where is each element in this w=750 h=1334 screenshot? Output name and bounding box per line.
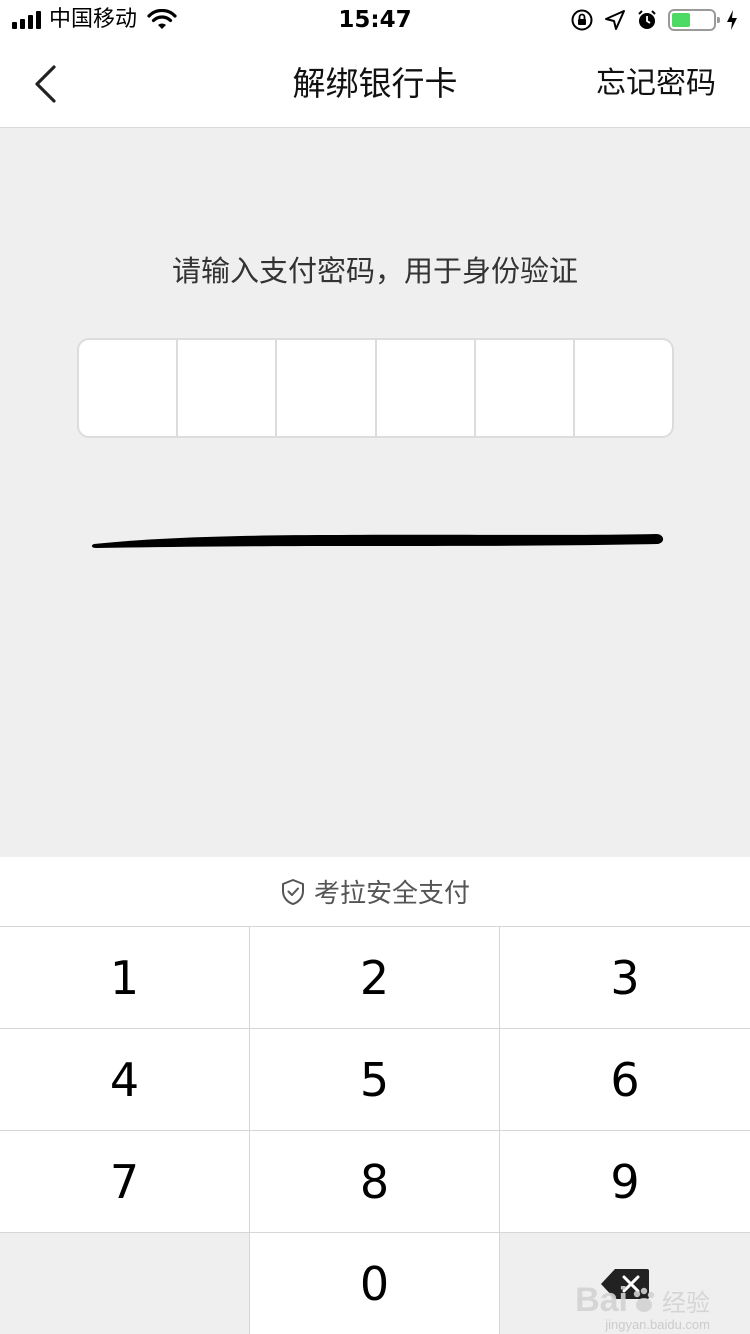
key-8[interactable]: 8	[250, 1131, 500, 1233]
key-5[interactable]: 5	[250, 1029, 500, 1131]
pin-digit-cell	[476, 340, 575, 436]
keypad-header: 考拉安全支付	[0, 857, 750, 927]
watermark: Bai 经验	[575, 1281, 710, 1320]
paw-icon	[633, 1287, 655, 1312]
key-4[interactable]: 4	[0, 1029, 250, 1131]
rotation-lock-icon	[571, 9, 593, 31]
alarm-icon	[638, 10, 656, 29]
secure-payment-label: 考拉安全支付	[313, 879, 470, 909]
status-right	[570, 6, 738, 34]
key-0[interactable]: 0	[250, 1233, 500, 1334]
watermark-text: 经验	[662, 1289, 710, 1317]
key-3[interactable]: 3	[500, 927, 750, 1029]
key-7[interactable]: 7	[0, 1131, 250, 1233]
key-9[interactable]: 9	[500, 1131, 750, 1233]
numeric-keypad: 考拉安全支付 1 2 3 4 5 6 7 8 9 0	[0, 857, 750, 1334]
pin-digit-cell	[79, 340, 179, 436]
pin-digit-cell	[277, 340, 377, 436]
key-blank	[0, 1233, 250, 1334]
key-6[interactable]: 6	[500, 1029, 750, 1131]
password-prompt: 请输入支付密码，用于身份验证	[171, 254, 578, 288]
pin-digit-cell	[575, 340, 672, 436]
key-1[interactable]: 1	[0, 927, 250, 1029]
charging-icon	[727, 10, 737, 30]
password-input[interactable]	[77, 338, 674, 438]
status-bar: 中国移动 15:47	[0, 0, 750, 40]
watermark-logo: Bai	[575, 1281, 628, 1319]
location-icon	[605, 10, 625, 30]
key-2[interactable]: 2	[250, 927, 500, 1029]
pin-digit-cell	[178, 340, 278, 436]
battery-icon	[668, 9, 720, 31]
forgot-password-button[interactable]: 忘记密码	[596, 40, 716, 128]
key-grid: 1 2 3 4 5 6 7 8 9 0	[0, 927, 750, 1334]
watermark-url: jingyan.baidu.com	[605, 1317, 710, 1332]
redaction-mark	[91, 534, 664, 548]
shield-check-icon	[281, 878, 304, 905]
nav-bar: 解绑银行卡 忘记密码	[0, 40, 750, 128]
pin-digit-cell	[377, 340, 476, 436]
